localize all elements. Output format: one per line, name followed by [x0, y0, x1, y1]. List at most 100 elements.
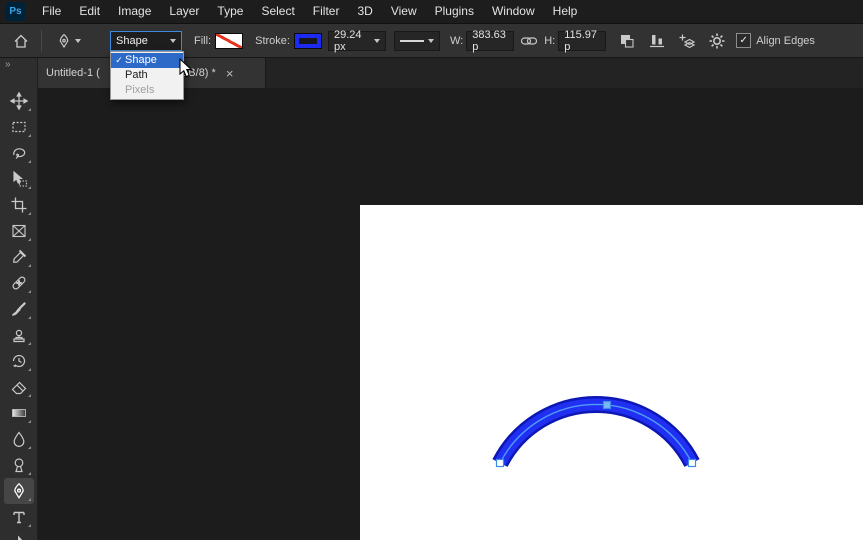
anchor-point-top[interactable] — [602, 400, 612, 410]
menu-select[interactable]: Select — [252, 0, 303, 23]
dropdown-item-path[interactable]: Path — [111, 68, 183, 83]
menu-type[interactable]: Type — [208, 0, 252, 23]
menu-plugins[interactable]: Plugins — [426, 0, 483, 23]
tab-title-start: Untitled-1 ( — [46, 67, 100, 79]
menu-bar: Ps File Edit Image Layer Type Select Fil… — [0, 0, 863, 24]
menu-image[interactable]: Image — [109, 0, 160, 23]
tool-move[interactable] — [4, 88, 34, 114]
tool-object-selection[interactable] — [4, 166, 34, 192]
path-operations-button[interactable] — [616, 30, 638, 52]
tool-rectangular-marquee[interactable] — [4, 114, 34, 140]
eraser-icon — [11, 381, 27, 395]
tool-curvature-pen[interactable] — [4, 478, 34, 504]
stroke-label: Stroke: — [255, 34, 290, 47]
path-arrangement-icon — [679, 34, 696, 48]
dodge-icon — [14, 458, 24, 473]
tool-gradient[interactable] — [4, 400, 34, 426]
tool-list — [0, 88, 38, 540]
menu-filter[interactable]: Filter — [304, 0, 349, 23]
anchor-point-left[interactable] — [495, 458, 505, 468]
tool-path-selection[interactable] — [4, 530, 34, 540]
tool-crop[interactable] — [4, 192, 34, 218]
shape-width-input[interactable]: 383.63 p — [466, 29, 515, 53]
document-canvas[interactable] — [360, 205, 863, 540]
anchor-point-right[interactable] — [687, 458, 697, 468]
photoshop-window: Ps File Edit Image Layer Type Select Fil… — [0, 0, 863, 540]
gradient-icon — [12, 409, 26, 417]
checkmark-icon: ✓ — [115, 54, 123, 65]
height-label: H: — [544, 34, 556, 47]
options-bar: Shape ✓ Shape Path Pixels Fill: Stroke: — [0, 24, 863, 100]
brush-icon — [12, 302, 26, 316]
tool-preset-picker[interactable] — [49, 29, 87, 53]
clone-stamp-icon — [13, 329, 25, 343]
move-icon — [10, 92, 28, 110]
tool-bar: » — [0, 58, 38, 540]
curvature-pen-icon — [59, 33, 68, 48]
chevron-down-icon — [427, 38, 434, 43]
chevron-down-icon — [373, 38, 380, 43]
object-selection-icon — [13, 170, 28, 187]
eyedropper-icon — [13, 249, 27, 263]
menu-window[interactable]: Window — [483, 0, 544, 23]
menu-view[interactable]: View — [382, 0, 426, 23]
menu-3d[interactable]: 3D — [348, 0, 381, 23]
path-arrangement-button[interactable] — [676, 30, 698, 52]
tool-brush[interactable] — [4, 296, 34, 322]
stroke-style-select[interactable] — [393, 30, 440, 51]
path-alignment-icon — [650, 34, 665, 47]
tool-mode-dropdown: ✓ Shape Path Pixels — [110, 50, 184, 100]
chevron-down-icon — [170, 38, 176, 43]
tool-history-brush[interactable] — [4, 348, 34, 374]
menu-file[interactable]: File — [33, 0, 70, 23]
checkmark-icon: ✓ — [739, 35, 748, 46]
width-label: W: — [449, 34, 464, 47]
tool-mode-value: Shape — [116, 34, 148, 47]
path-selection-icon — [18, 535, 23, 540]
app-logo[interactable]: Ps — [6, 2, 25, 21]
tool-spot-healing-brush[interactable] — [4, 270, 34, 296]
tool-blur[interactable] — [4, 426, 34, 452]
dropdown-item-pixels[interactable]: Pixels — [111, 83, 183, 98]
frame-icon — [12, 224, 26, 238]
menu-help[interactable]: Help — [544, 0, 587, 23]
stroke-swatch[interactable] — [293, 32, 322, 49]
tool-frame[interactable] — [4, 218, 34, 244]
tool-dodge[interactable] — [4, 452, 34, 478]
gear-icon — [709, 33, 725, 48]
home-button[interactable] — [8, 28, 34, 54]
lasso-icon — [13, 148, 26, 159]
dropdown-item-shape[interactable]: ✓ Shape — [111, 52, 183, 68]
link-icon — [521, 36, 538, 45]
shape-settings-button[interactable] — [706, 30, 728, 52]
solid-line-icon — [399, 39, 424, 42]
link-dimensions-button[interactable] — [518, 30, 540, 52]
crop-icon — [11, 197, 27, 213]
blur-drop-icon — [13, 431, 25, 447]
path-alignment-button[interactable] — [646, 30, 668, 52]
shape-height-input[interactable]: 115.97 p — [558, 29, 607, 53]
shape-layer[interactable] — [360, 205, 863, 540]
fill-swatch[interactable] — [215, 32, 244, 49]
stroke-width-input[interactable]: 29.24 px — [327, 29, 386, 53]
menu-layer[interactable]: Layer — [160, 0, 208, 23]
canvas-area[interactable] — [38, 88, 863, 540]
arc-shape[interactable] — [494, 398, 698, 466]
toolbar-expand-button[interactable]: » — [0, 58, 37, 72]
curvature-pen-icon — [14, 482, 24, 500]
tool-mode-select[interactable]: Shape ✓ Shape Path Pixels — [110, 30, 184, 100]
home-icon — [14, 34, 28, 48]
tool-lasso[interactable] — [4, 140, 34, 166]
align-edges-label: Align Edges — [756, 34, 815, 47]
tool-eyedropper[interactable] — [4, 244, 34, 270]
chevron-down-icon — [74, 38, 81, 43]
tool-clone-stamp[interactable] — [4, 322, 34, 348]
history-brush-icon — [12, 354, 26, 368]
fill-label: Fill: — [194, 34, 212, 47]
align-edges-checkbox[interactable]: ✓ — [736, 33, 752, 48]
menu-edit[interactable]: Edit — [70, 0, 109, 23]
divider — [41, 29, 42, 52]
tool-type[interactable] — [4, 504, 34, 530]
tool-eraser[interactable] — [4, 374, 34, 400]
tab-close-button[interactable]: × — [226, 67, 234, 80]
